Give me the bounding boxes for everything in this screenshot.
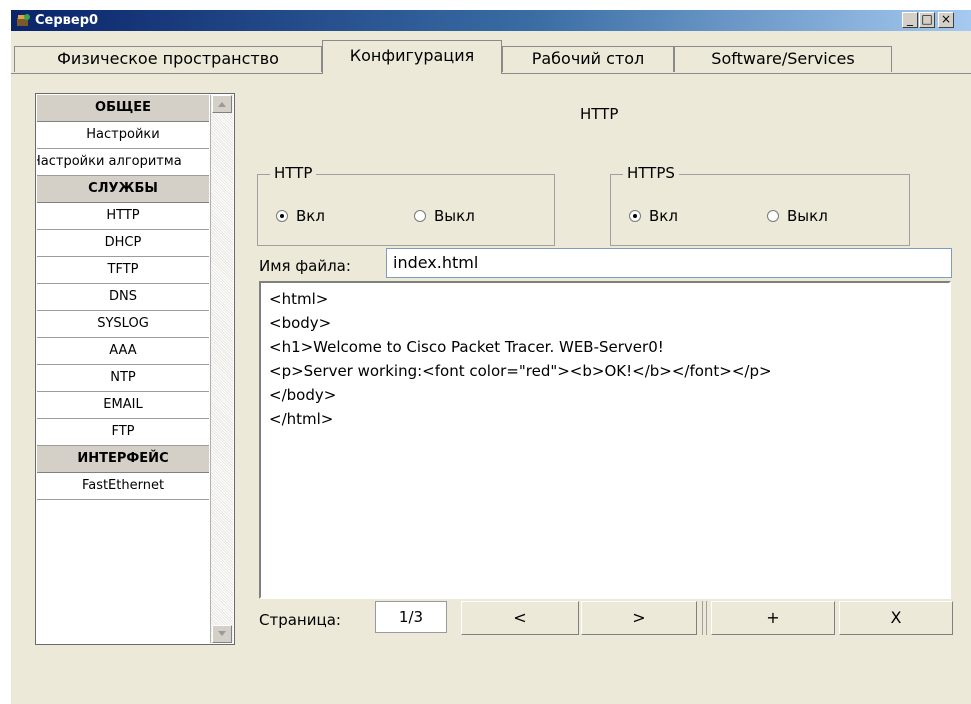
next-page-button[interactable]: > [581,601,697,635]
filename-label: Имя файла: [259,257,351,275]
sidebar-header-general: ОБЩЕЕ [37,95,209,122]
sidebar-header-services: СЛУЖБЫ [37,176,209,203]
https-on-label: Вкл [649,207,678,225]
http-off-label: Выкл [434,207,475,225]
sidebar-item-algorithm-settings[interactable]: Настройки алгоритма [37,149,209,176]
server-app-icon [17,14,30,26]
sidebar-item-syslog[interactable]: SYSLOG [37,311,209,338]
http-on-radio[interactable]: Вкл [276,208,325,224]
sidebar-item-dns[interactable]: DNS [37,284,209,311]
title-bar[interactable]: Сервер0 _ □ × [11,10,971,31]
tab-software-services[interactable]: Software/Services [674,46,892,72]
server-window: Сервер0 _ □ × Физическое пространство Ко… [10,10,971,704]
config-sidebar: ОБЩЕЕ Настройки Настройки алгоритма СЛУЖ… [35,93,235,645]
http-group-legend: HTTP [270,164,317,182]
http-group: HTTP Вкл Выкл [257,164,555,246]
sidebar-item-fastethernet[interactable]: FastEthernet [37,473,209,500]
editor-line: <h1>Welcome to Cisco Packet Tracer. WEB-… [269,338,664,356]
add-page-button[interactable]: + [711,601,835,635]
sidebar-scrollbar[interactable] [210,95,233,643]
scroll-down-button[interactable] [212,625,232,643]
html-editor[interactable]: <html> <body> <h1>Welcome to Cisco Packe… [259,281,951,599]
sidebar-item-ftp[interactable]: FTP [37,419,209,446]
arrow-up-icon [218,102,226,107]
window-title: Сервер0 [35,13,99,28]
https-off-radio[interactable]: Выкл [767,208,828,224]
maximize-button[interactable]: □ [919,12,935,28]
editor-line: </body> [269,386,337,404]
https-group: HTTPS Вкл Выкл [610,164,910,246]
radio-selected-icon [276,210,288,222]
pager-separator [702,601,707,635]
sidebar-item-settings[interactable]: Настройки [37,122,209,149]
sidebar-item-http[interactable]: HTTP [37,203,209,230]
radio-unselected-icon [414,210,426,222]
http-on-label: Вкл [296,207,325,225]
delete-page-button[interactable]: X [839,601,953,635]
arrow-down-icon [218,631,226,636]
editor-line: </html> [269,410,334,428]
tab-config[interactable]: Конфигурация [322,40,502,74]
sidebar-item-ntp[interactable]: NTP [37,365,209,392]
sidebar-list: ОБЩЕЕ Настройки Настройки алгоритма СЛУЖ… [37,95,209,500]
tab-physical[interactable]: Физическое пространство [14,46,322,72]
sidebar-item-email[interactable]: EMAIL [37,392,209,419]
sidebar-item-tftp[interactable]: TFTP [37,257,209,284]
prev-page-button[interactable]: < [461,601,579,635]
scroll-up-button[interactable] [212,95,232,113]
page-label: Страница: [259,611,341,629]
page-field[interactable]: 1/3 [375,601,447,633]
radio-unselected-icon [767,210,779,222]
tab-bar: Физическое пространство Конфигурация Раб… [11,40,971,74]
https-group-legend: HTTPS [623,164,679,182]
https-off-label: Выкл [787,207,828,225]
filename-input[interactable]: index.html [386,248,952,278]
editor-line: <p>Server working:<font color="red"><b>O… [269,362,772,380]
sidebar-item-dhcp[interactable]: DHCP [37,230,209,257]
tab-desktop[interactable]: Рабочий стол [502,46,674,72]
close-button[interactable]: × [938,12,954,28]
https-on-radio[interactable]: Вкл [629,208,678,224]
http-off-radio[interactable]: Выкл [414,208,475,224]
editor-line: <html> [269,290,329,308]
editor-line: <body> [269,314,332,332]
sidebar-item-aaa[interactable]: AAA [37,338,209,365]
panel-heading: HTTP [580,105,619,123]
radio-selected-icon [629,210,641,222]
sidebar-header-interface: ИНТЕРФЕЙС [37,446,209,473]
minimize-button[interactable]: _ [902,12,918,28]
